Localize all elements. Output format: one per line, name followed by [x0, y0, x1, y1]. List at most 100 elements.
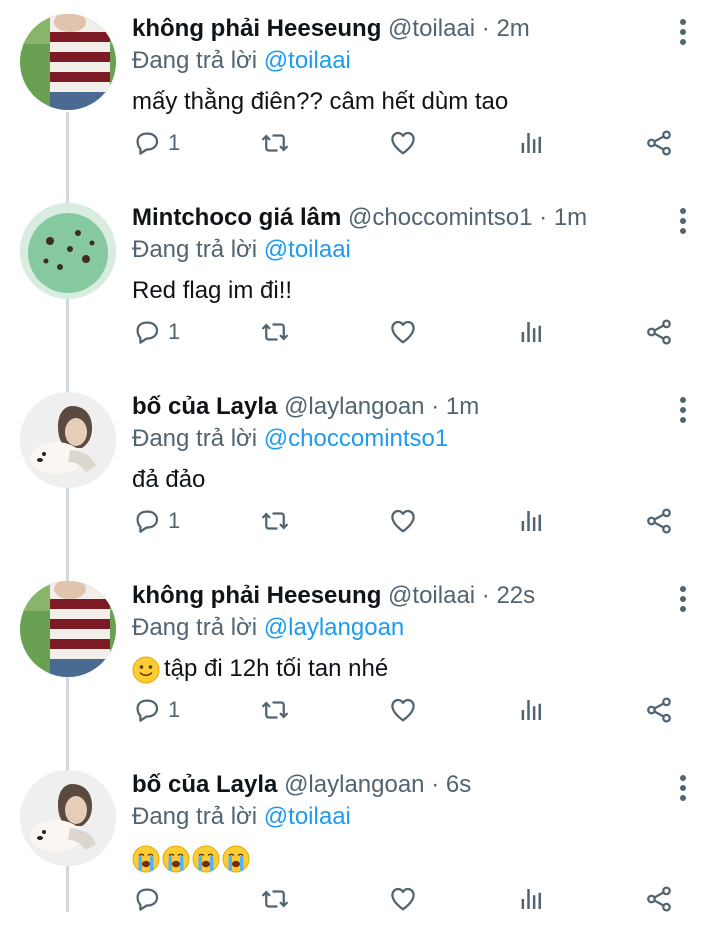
reply-button[interactable]: 1: [132, 693, 180, 727]
tweet-header: không phải Heeseung @toilaai · 2m: [132, 14, 660, 44]
avatar[interactable]: [20, 581, 116, 677]
reply-icon: [132, 317, 162, 347]
views-button[interactable]: [516, 126, 546, 160]
timestamp[interactable]: · 2m: [482, 15, 530, 42]
views-icon: [516, 128, 546, 158]
like-button[interactable]: [388, 315, 418, 349]
avatar[interactable]: [20, 392, 116, 488]
tweet-header: Mintchoco giá lâm @choccomintso1 · 1m: [132, 203, 660, 233]
share-icon: [644, 506, 674, 536]
like-button[interactable]: [388, 126, 418, 160]
replying-prefix: Đang trả lời: [132, 47, 258, 74]
retweet-icon: [260, 506, 290, 536]
replying-mention[interactable]: @toilaai: [264, 803, 351, 830]
replying-mention[interactable]: @toilaai: [264, 236, 351, 263]
reply-button[interactable]: 1: [132, 315, 180, 349]
like-button[interactable]: [388, 693, 418, 727]
replying-mention[interactable]: @laylangoan: [264, 614, 404, 641]
retweet-button[interactable]: [260, 693, 290, 727]
display-name[interactable]: bố của Layla: [132, 393, 277, 420]
avatar[interactable]: [20, 203, 116, 299]
tweet[interactable]: Mintchoco giá lâm @choccomintso1 · 1m Đa…: [0, 189, 720, 378]
tweet-actions: 1: [132, 315, 692, 349]
slightly-smiling-face-emoji: [132, 656, 160, 684]
replying-mention[interactable]: @choccomintso1: [264, 425, 448, 452]
handle[interactable]: @laylangoan: [284, 393, 424, 420]
timestamp[interactable]: · 22s: [482, 582, 535, 609]
tweet-actions: 1: [132, 126, 692, 160]
replying-to: Đang trả lời @toilaai: [132, 46, 351, 76]
display-name[interactable]: không phải Heeseung: [132, 15, 381, 42]
timestamp[interactable]: · 1m: [539, 204, 587, 231]
avatar[interactable]: [20, 770, 116, 866]
reply-button[interactable]: 1: [132, 504, 180, 538]
share-button[interactable]: [644, 882, 674, 916]
replying-to: Đang trả lời @choccomintso1: [132, 424, 448, 454]
like-icon: [388, 884, 418, 914]
like-icon: [388, 317, 418, 347]
replying-to: Đang trả lời @laylangoan: [132, 613, 404, 643]
share-button[interactable]: [644, 315, 674, 349]
loudly-crying-face-emoji: [162, 845, 190, 873]
loudly-crying-face-emoji: [132, 845, 160, 873]
loudly-crying-face-emoji: [222, 845, 250, 873]
share-icon: [644, 695, 674, 725]
share-button[interactable]: [644, 504, 674, 538]
display-name[interactable]: Mintchoco giá lâm: [132, 204, 341, 231]
views-button[interactable]: [516, 882, 546, 916]
share-button[interactable]: [644, 126, 674, 160]
like-button[interactable]: [388, 882, 418, 916]
tweet[interactable]: không phải Heeseung @toilaai · 22s Đang …: [0, 567, 720, 756]
views-icon: [516, 317, 546, 347]
reply-button[interactable]: [132, 882, 162, 916]
share-icon: [644, 128, 674, 158]
handle[interactable]: @choccomintso1: [348, 204, 532, 231]
tweet[interactable]: bố của Layla @laylangoan · 6s Đang trả l…: [0, 756, 720, 945]
replying-prefix: Đang trả lời: [132, 803, 258, 830]
like-icon: [388, 695, 418, 725]
replying-to: Đang trả lời @toilaai: [132, 235, 351, 265]
reply-icon: [132, 695, 162, 725]
handle[interactable]: @toilaai: [388, 15, 475, 42]
more-vertical-icon[interactable]: [676, 583, 690, 615]
retweet-button[interactable]: [260, 882, 290, 916]
share-icon: [644, 884, 674, 914]
handle[interactable]: @laylangoan: [284, 771, 424, 798]
timestamp[interactable]: · 6s: [431, 771, 471, 798]
more-vertical-icon[interactable]: [676, 205, 690, 237]
more-vertical-icon[interactable]: [676, 16, 690, 48]
timestamp[interactable]: · 1m: [431, 393, 479, 420]
display-name[interactable]: không phải Heeseung: [132, 582, 381, 609]
person-with-dog-avatar-image: [20, 770, 116, 866]
tweet[interactable]: không phải Heeseung @toilaai · 2m Đang t…: [0, 0, 720, 189]
share-button[interactable]: [644, 693, 674, 727]
display-name[interactable]: bố của Layla: [132, 771, 277, 798]
more-vertical-icon[interactable]: [676, 394, 690, 426]
replying-prefix: Đang trả lời: [132, 236, 258, 263]
more-vertical-icon[interactable]: [676, 772, 690, 804]
retweet-button[interactable]: [260, 315, 290, 349]
reply-button[interactable]: 1: [132, 126, 180, 160]
tweet[interactable]: bố của Layla @laylangoan · 1m Đang trả l…: [0, 378, 720, 567]
tweet-text: Red flag im đi!!: [132, 277, 293, 304]
tweet-header: bố của Layla @laylangoan · 6s: [132, 770, 660, 800]
loudly-crying-face-emoji: [192, 845, 220, 873]
views-button[interactable]: [516, 693, 546, 727]
handle[interactable]: @toilaai: [388, 582, 475, 609]
views-button[interactable]: [516, 315, 546, 349]
views-icon: [516, 884, 546, 914]
retweet-button[interactable]: [260, 504, 290, 538]
tweet-actions: 1: [132, 693, 692, 727]
tweet-header: không phải Heeseung @toilaai · 22s: [132, 581, 660, 611]
person-with-dog-avatar-image: [20, 392, 116, 488]
tweet-text: [132, 842, 254, 874]
replying-mention[interactable]: @toilaai: [264, 47, 351, 74]
retweet-button[interactable]: [260, 126, 290, 160]
views-icon: [516, 506, 546, 536]
tweet-text: tập đi 12h tối tan nhé: [132, 653, 388, 685]
like-button[interactable]: [388, 504, 418, 538]
avatar[interactable]: [20, 14, 116, 110]
replying-prefix: Đang trả lời: [132, 614, 258, 641]
views-icon: [516, 695, 546, 725]
views-button[interactable]: [516, 504, 546, 538]
